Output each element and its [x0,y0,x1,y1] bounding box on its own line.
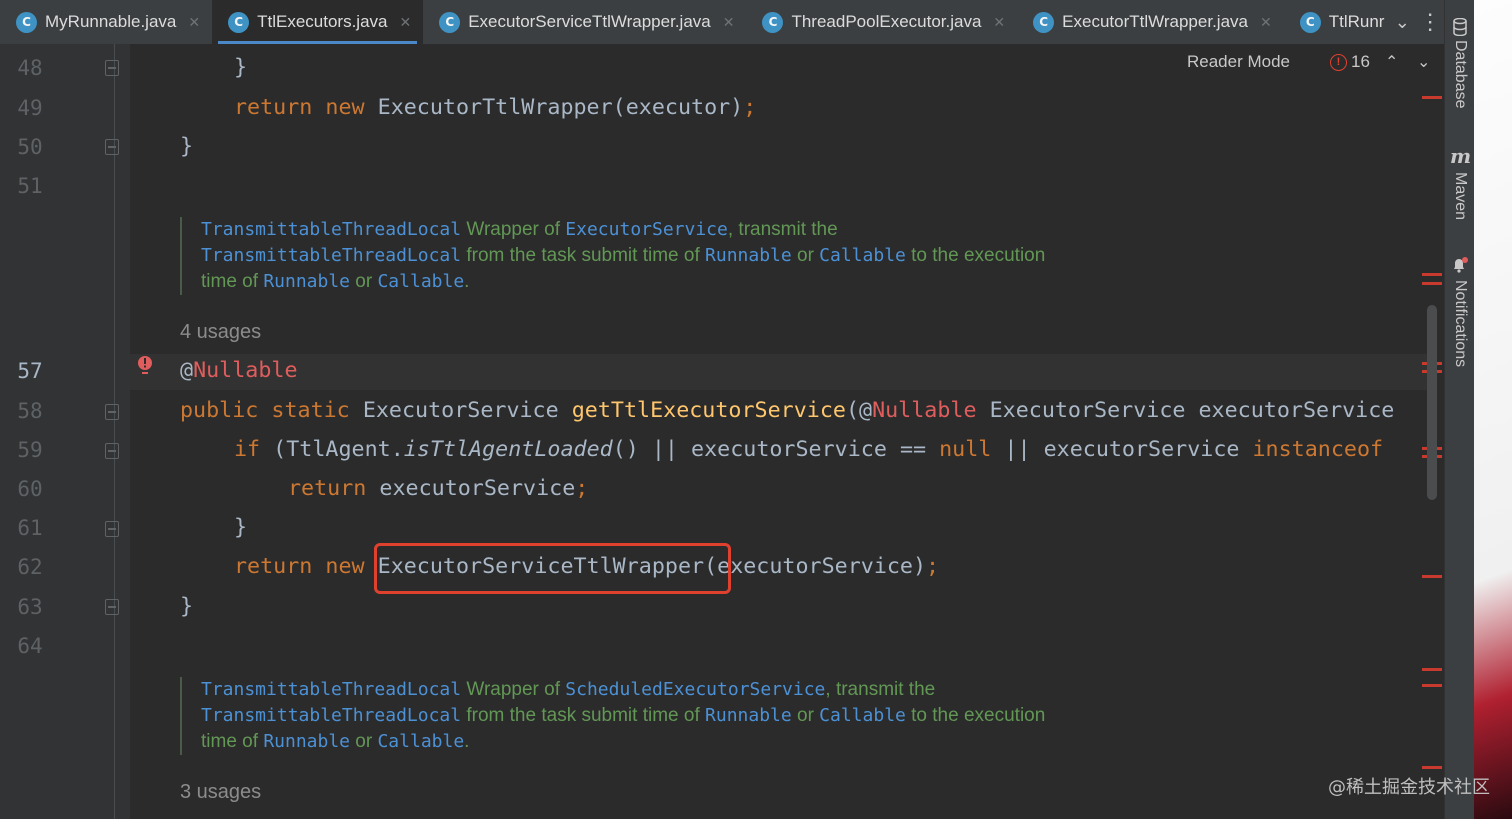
annotation-highlight-box [374,543,731,594]
class-icon: C [762,11,784,33]
class-icon: C [1033,11,1055,33]
line-number: 61 [17,516,43,540]
code-line-59: if (TtlAgent.isTtlAgentLoaded() || execu… [234,437,1384,462]
tab-label: MyRunnable.java [45,12,177,31]
tab-label: TtlExecutors.java [257,12,388,31]
vertical-scrollbar[interactable] [1427,305,1437,500]
tab-label: ThreadPoolExecutor.java [791,12,982,31]
line-number: 49 [17,96,43,120]
fold-icon[interactable] [105,404,119,420]
usages-hint[interactable]: 3 usages [180,781,261,804]
close-icon[interactable]: ✕ [993,14,1005,31]
class-icon: C [228,11,250,33]
tab-executorservicettlwrapper[interactable]: C ExecutorServiceTtlWrapper.java ✕ [423,0,746,44]
next-problem-chevron-down-icon[interactable]: ⌄ [1417,52,1430,72]
error-stripe-marker[interactable] [1422,766,1442,769]
code-line-48: } [234,55,248,80]
maven-icon: m [1450,144,1472,168]
watermark-text: @稀土掘金技术社区 [1328,777,1490,798]
problem-count: 16 [1351,52,1370,71]
desktop-background [1474,0,1512,819]
tab-threadpoolexecutor[interactable]: C ThreadPoolExecutor.java ✕ [746,0,1017,44]
code-line-57: @Nullable [180,358,298,383]
current-line-highlight [130,354,1427,390]
tab-ttlrunnable[interactable]: C TtlRunr [1284,0,1389,44]
fold-icon[interactable] [105,139,119,155]
close-icon[interactable]: ✕ [399,14,411,31]
line-number: 59 [17,438,43,462]
code-line-50: } [180,134,194,159]
error-icon: ! [1330,53,1347,71]
error-icon[interactable] [137,355,153,377]
class-icon: C [439,11,461,33]
error-stripe-marker[interactable] [1422,684,1442,687]
line-number: 62 [17,555,43,579]
javadoc-block: TransmittableThreadLocal Wrapper of Exec… [180,217,1045,295]
line-number: 50 [17,135,43,159]
error-stripe-marker[interactable] [1422,273,1442,276]
error-stripe-marker[interactable] [1422,282,1442,285]
code-line-61: } [234,515,248,540]
line-number: 64 [17,634,43,658]
tab-myrunnable[interactable]: C MyRunnable.java ✕ [0,0,212,44]
line-number: 60 [17,477,43,501]
gutter-divider [114,44,115,819]
code-line-49: return new ExecutorTtlWrapper(executor); [234,95,757,120]
line-number: 63 [17,595,43,619]
code-line-63: } [180,594,194,619]
right-tool-window-bar: Database m Maven Notifications [1444,0,1475,819]
reader-mode-button[interactable]: Reader Mode [1187,52,1290,72]
code-line-60: return executorService; [288,476,589,501]
close-icon[interactable]: ✕ [1260,14,1272,31]
line-number: 57 [17,359,43,383]
fold-icon[interactable] [105,521,119,537]
fold-icon[interactable] [105,60,119,76]
error-stripe-marker[interactable] [1422,575,1442,578]
previous-problem-chevron-up-icon[interactable]: ⌃ [1385,52,1398,72]
close-icon[interactable]: ✕ [723,14,735,31]
tab-label: ExecutorServiceTtlWrapper.java [468,12,711,31]
tab-label: TtlRunr [1328,12,1385,31]
more-options-icon[interactable]: ⋮ [1416,0,1444,44]
line-number: 58 [17,399,43,423]
fold-icon[interactable] [105,599,119,615]
tab-list-chevron-down-icon[interactable]: ⌄ [1388,0,1416,44]
javadoc-block: TransmittableThreadLocal Wrapper of Sche… [180,677,1045,755]
close-icon[interactable]: ✕ [188,14,200,31]
line-number: 51 [17,174,43,198]
usages-hint[interactable]: 4 usages [180,321,261,344]
fold-icon[interactable] [105,443,119,459]
class-icon: C [1299,11,1321,33]
tab-ttlexecutors[interactable]: C TtlExecutors.java ✕ [212,0,424,44]
code-line-58: public static ExecutorService getTtlExec… [180,398,1395,423]
error-stripe-marker[interactable] [1422,96,1442,99]
database-icon [1453,18,1467,36]
bell-icon [1454,257,1468,273]
tab-label: ExecutorTtlWrapper.java [1062,12,1248,31]
class-icon: C [16,11,37,33]
editor-tab-bar: C MyRunnable.java ✕ C TtlExecutors.java … [0,0,1444,45]
line-number: 48 [17,56,43,80]
tab-executorttlwrapper[interactable]: C ExecutorTtlWrapper.java ✕ [1017,0,1284,44]
problems-indicator[interactable]: ! 16 [1330,52,1370,72]
error-stripe-marker[interactable] [1422,668,1442,671]
